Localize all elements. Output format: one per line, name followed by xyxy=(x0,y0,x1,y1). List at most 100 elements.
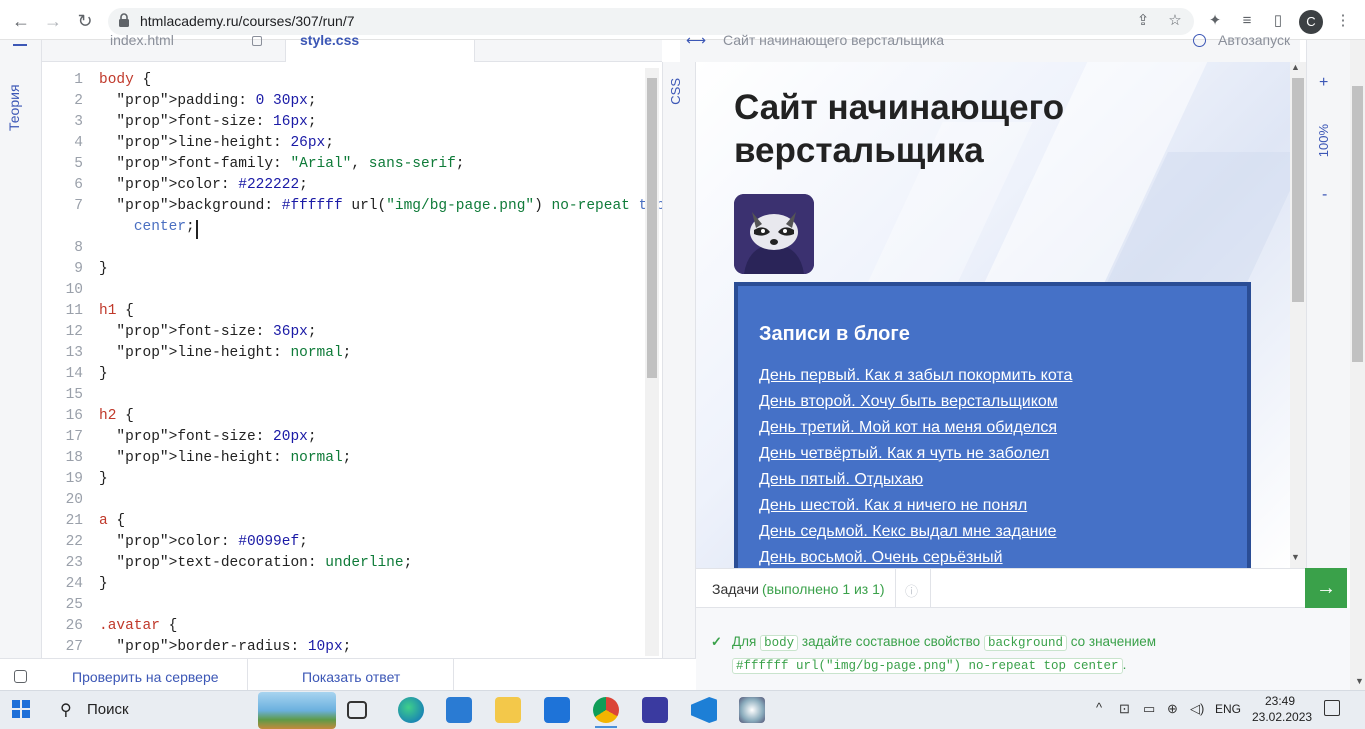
tab-style-css[interactable]: style.css xyxy=(300,32,359,48)
blog-link[interactable]: День третий. Мой кот на меня обиделся xyxy=(759,419,1057,437)
task-code: body xyxy=(760,635,799,651)
preview-scrollbar-thumb[interactable] xyxy=(1292,78,1304,302)
back-arrow-icon[interactable]: ← xyxy=(8,8,34,34)
code-line[interactable]: } xyxy=(99,261,108,277)
code-line[interactable]: body { xyxy=(99,72,151,88)
info-icon[interactable]: ⓘ xyxy=(905,581,918,600)
code-line[interactable]: "prop">text-decoration: underline; xyxy=(99,555,412,571)
code-line[interactable]: "prop">font-family: "Arial", sans-serif; xyxy=(99,156,464,172)
code-line[interactable]: } xyxy=(99,366,108,382)
code-line[interactable]: "prop">font-size: 16px; xyxy=(99,114,316,130)
line-number: 22 xyxy=(65,534,83,550)
line-number: 10 xyxy=(65,282,83,298)
battery-icon[interactable]: ▭ xyxy=(1143,701,1155,717)
autorun-icon[interactable] xyxy=(1193,34,1206,47)
theory-tab[interactable]: Теория xyxy=(6,78,36,138)
css-side-tab[interactable] xyxy=(662,62,696,658)
menu-icon[interactable] xyxy=(13,40,27,46)
media-queue-icon[interactable]: ≡ xyxy=(1236,10,1258,32)
browser-menu-icon[interactable]: ⋮ xyxy=(1332,10,1354,32)
blog-link[interactable]: День первый. Как я забыл покормить кота xyxy=(759,367,1072,385)
show-answer-button[interactable]: Показать ответ xyxy=(302,669,400,685)
blog-link[interactable]: День шестой. Как я ничего не понял xyxy=(759,497,1027,515)
code-line[interactable]: "prop">line-height: normal; xyxy=(99,450,351,466)
line-number: 7 xyxy=(74,198,83,214)
code-line[interactable]: "prop">font-size: 36px; xyxy=(99,324,316,340)
code-line[interactable]: a { xyxy=(99,513,125,529)
scroll-down-arrow-icon[interactable]: ▼ xyxy=(1355,676,1364,686)
code-line[interactable]: center; xyxy=(99,219,195,235)
line-number: 11 xyxy=(65,303,83,319)
profile-avatar[interactable]: C xyxy=(1299,10,1323,34)
editor-scrollbar-thumb[interactable] xyxy=(647,78,657,378)
scroll-up-arrow-icon[interactable]: ▲ xyxy=(1291,62,1300,72)
code-line[interactable]: "prop">color: #222222; xyxy=(99,177,307,193)
blog-link[interactable]: День второй. Хочу быть верстальщиком xyxy=(759,393,1058,411)
code-line[interactable]: h2 { xyxy=(99,408,134,424)
blog-link[interactable]: День четвёртый. Как я чуть не заболел xyxy=(759,445,1049,463)
search-icon[interactable]: ⚲ xyxy=(60,700,72,720)
mail-icon[interactable] xyxy=(544,697,570,723)
zoom-in-button[interactable]: + xyxy=(1319,74,1328,92)
line-number: 20 xyxy=(65,492,83,508)
tray-expand-icon[interactable]: ^ xyxy=(1096,700,1102,715)
check-on-server-button[interactable]: Проверить на сервере xyxy=(72,669,219,685)
blog-link[interactable]: День седьмой. Кекс выдал мне задание xyxy=(759,523,1056,541)
reload-icon[interactable]: ↻ xyxy=(72,8,98,34)
file-icon[interactable] xyxy=(252,36,262,46)
code-line[interactable]: "prop">border-radius: 10px; xyxy=(99,639,351,655)
line-number: 6 xyxy=(74,177,83,193)
edge-icon[interactable] xyxy=(398,697,424,723)
zoom-out-button[interactable]: - xyxy=(1322,186,1327,204)
search-highlight-image[interactable] xyxy=(258,692,336,729)
language-indicator[interactable]: ENG xyxy=(1215,702,1241,716)
page-scrollbar-thumb[interactable] xyxy=(1352,86,1363,362)
chrome-icon[interactable] xyxy=(593,697,619,723)
code-line[interactable]: "prop">line-height: 26px; xyxy=(99,135,334,151)
feedback-icon[interactable] xyxy=(14,670,27,683)
volume-icon[interactable]: ◁) xyxy=(1190,701,1204,717)
code-line[interactable]: "prop">font-size: 20px; xyxy=(99,429,316,445)
extensions-icon[interactable]: ✦ xyxy=(1204,10,1226,32)
store-icon[interactable] xyxy=(446,697,472,723)
file-explorer-icon[interactable] xyxy=(495,697,521,723)
code-line[interactable]: "prop">background: #ffffff url("img/bg-p… xyxy=(99,198,664,214)
code-line[interactable]: "prop">color: #0099ef; xyxy=(99,534,307,550)
clock-date: 23.02.2023 xyxy=(1252,710,1313,724)
notifications-icon[interactable] xyxy=(1324,700,1340,716)
code-line[interactable]: "prop">padding: 0 30px; xyxy=(99,93,316,109)
save-disk-icon[interactable] xyxy=(642,697,668,723)
clock[interactable]: 23:49 23.02.2023 xyxy=(1252,693,1313,725)
device-icon[interactable]: ⊡ xyxy=(1119,701,1130,717)
css-side-tab-label: CSS xyxy=(668,78,683,105)
forward-arrow-icon[interactable]: → xyxy=(40,8,66,34)
code-line[interactable]: .avatar { xyxy=(99,618,177,634)
paint-icon[interactable] xyxy=(739,697,765,723)
line-number: 4 xyxy=(74,135,83,151)
windows-start-icon[interactable] xyxy=(12,700,30,718)
scroll-down-arrow-icon[interactable]: ▼ xyxy=(1291,552,1300,562)
autorun-toggle[interactable]: Автозапуск xyxy=(1218,32,1290,48)
sync-arrows-icon[interactable]: ⟷ xyxy=(686,32,706,49)
code-line[interactable]: h1 { xyxy=(99,303,134,319)
share-icon[interactable]: ⇪ xyxy=(1132,10,1154,32)
bookmark-star-icon[interactable]: ☆ xyxy=(1164,10,1186,32)
side-panel-icon[interactable]: ▯ xyxy=(1267,10,1289,32)
next-step-button[interactable]: → xyxy=(1305,568,1347,608)
code-line[interactable]: } xyxy=(99,471,108,487)
line-number: 19 xyxy=(65,471,83,487)
tasks-label[interactable]: Задачи xyxy=(712,581,759,597)
blog-link[interactable]: День восьмой. Очень серьёзный xyxy=(759,549,1003,567)
raccoon-avatar xyxy=(734,194,814,274)
line-number: 2 xyxy=(74,93,83,109)
tab-index-html[interactable]: index.html xyxy=(110,32,174,48)
blog-link[interactable]: День пятый. Отдыхаю xyxy=(759,471,923,489)
task-code: background xyxy=(983,635,1067,651)
code-line[interactable]: "prop">line-height: normal; xyxy=(99,345,351,361)
task-view-icon[interactable] xyxy=(347,701,367,719)
taskbar-search[interactable]: Поиск xyxy=(87,701,129,718)
task-description-line-2: #ffffff url("img/bg-page.png") no-repeat… xyxy=(732,657,1126,674)
zoom-level: 100% xyxy=(1316,124,1331,158)
code-line[interactable]: } xyxy=(99,576,108,592)
network-icon[interactable]: ⊕ xyxy=(1167,701,1178,717)
